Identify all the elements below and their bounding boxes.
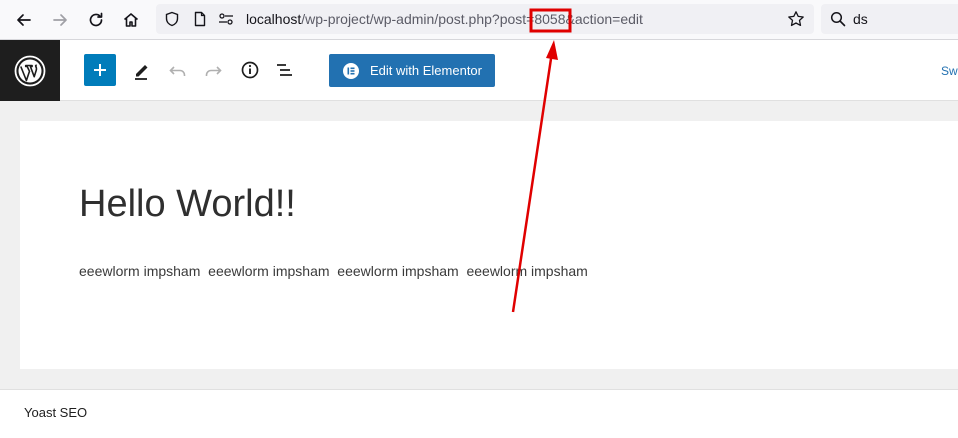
browser-toolbar: localhost/wp-project/wp-admin/post.php?p… (0, 0, 958, 40)
editor-canvas[interactable]: Hello World!! eeewlorm impsham eeewlorm … (20, 121, 958, 369)
redo-button[interactable] (200, 57, 226, 83)
arrow-left-icon (17, 14, 31, 26)
permissions-icon[interactable] (218, 11, 234, 27)
yoast-seo-panel-toggle[interactable]: Yoast SEO (24, 405, 87, 420)
list-view-icon (277, 64, 292, 76)
reload-icon (89, 12, 103, 27)
details-button[interactable] (237, 57, 263, 83)
elementor-icon (343, 62, 359, 79)
wordpress-logo-button[interactable] (0, 40, 60, 101)
plus-icon (94, 64, 106, 76)
editor-header: Edit with Elementor Sw (0, 40, 958, 101)
home-button[interactable] (117, 6, 145, 34)
star-icon[interactable] (787, 10, 805, 28)
search-input[interactable]: ds (853, 4, 868, 34)
paragraph-block[interactable]: eeewlorm impsham eeewlorm impsham eeewlo… (79, 263, 588, 279)
page-icon[interactable] (192, 11, 208, 27)
search-icon (830, 11, 846, 27)
url-host: localhost (246, 11, 302, 27)
back-button[interactable] (10, 6, 38, 34)
post-title[interactable]: Hello World!! (79, 183, 296, 226)
url-path: /wp-project/wp-admin/post.php?post=8058&… (301, 11, 643, 27)
wordpress-icon (14, 55, 46, 86)
search-bar[interactable]: ds (821, 4, 958, 34)
url-text[interactable]: localhost/wp-project/wp-admin/post.php?p… (246, 4, 643, 34)
url-bar[interactable]: localhost/wp-project/wp-admin/post.php?p… (156, 4, 814, 34)
arrow-right-icon (53, 14, 67, 26)
redo-icon (205, 66, 222, 76)
undo-icon (169, 66, 186, 76)
shield-icon[interactable] (164, 11, 180, 27)
list-view-button[interactable] (272, 57, 298, 83)
elementor-button-label: Edit with Elementor (370, 63, 482, 78)
undo-button[interactable] (165, 57, 191, 83)
metabox-area: Yoast SEO (0, 389, 958, 438)
forward-button[interactable] (46, 6, 74, 34)
switch-link[interactable]: Sw (941, 64, 958, 78)
pencil-icon (135, 65, 148, 80)
add-block-button[interactable] (84, 54, 116, 86)
tools-button[interactable] (129, 57, 155, 83)
reload-button[interactable] (82, 6, 110, 34)
edit-with-elementor-button[interactable]: Edit with Elementor (329, 54, 495, 87)
home-icon (123, 13, 139, 27)
info-icon (241, 61, 259, 79)
